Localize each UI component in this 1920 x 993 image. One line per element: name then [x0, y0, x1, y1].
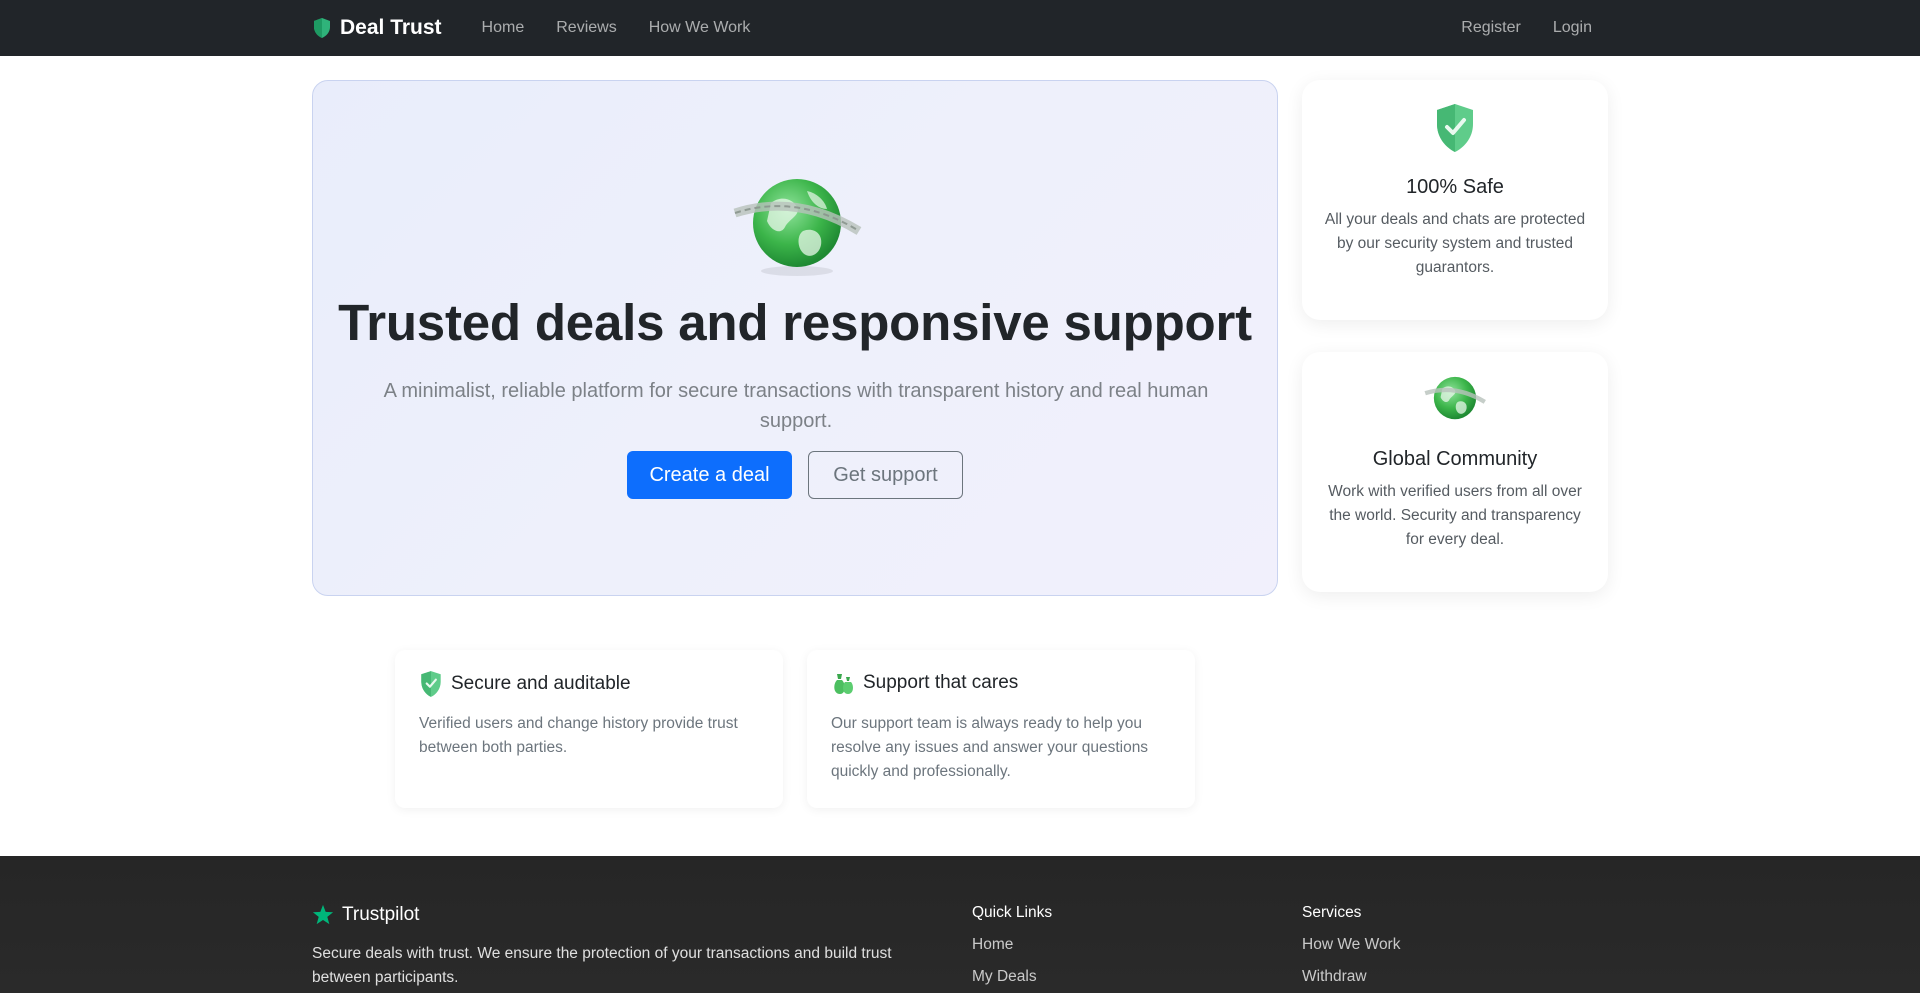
shield-check-icon [421, 671, 441, 697]
footer: Trustpilot Secure deals with trust. We e… [0, 856, 1920, 993]
global-card-title: Global Community [1372, 448, 1538, 470]
globe-icon [1424, 376, 1486, 420]
feature-title-secure: Secure and auditable [451, 673, 631, 694]
footer-quick-links: Quick Links Home My Deals [972, 904, 1052, 993]
navbar-inner: Deal Trust Home Reviews How We Work Regi… [312, 0, 1608, 56]
money-bag-icon [834, 674, 853, 694]
nav-link-login[interactable]: Login [1537, 11, 1608, 45]
nav-link-home[interactable]: Home [466, 11, 541, 45]
safe-card-text: All your deals and chats are protected b… [1324, 211, 1586, 276]
brand-link[interactable]: Deal Trust [312, 16, 442, 40]
feature-head-support: Support that cares [831, 670, 1018, 696]
navbar: Deal Trust Home Reviews How We Work Regi… [0, 0, 1920, 56]
footer-services-title: Services [1302, 904, 1362, 921]
footer-link-withdraw[interactable]: Withdraw [1302, 968, 1400, 986]
footer-brand[interactable]: Trustpilot [312, 904, 419, 926]
feature-card-support: Support that cares Our support team is a… [807, 650, 1195, 808]
safe-card: 100% Safe All your deals and chats are p… [1302, 80, 1608, 320]
create-deal-button[interactable]: Create a deal [627, 451, 792, 499]
nav-link-how-we-work[interactable]: How We Work [633, 11, 767, 45]
feature-head-secure: Secure and auditable [419, 670, 631, 698]
safe-card-title: 100% Safe [1406, 176, 1504, 198]
footer-quick-links-title: Quick Links [972, 904, 1053, 921]
feature-text-secure: Verified users and change history provid… [419, 715, 738, 756]
hero-subtitle: A minimalist, reliable platform for secu… [383, 380, 1209, 432]
feature-title-support: Support that cares [863, 672, 1019, 693]
global-card-icon-wrap [1302, 374, 1608, 424]
footer-link-home[interactable]: Home [972, 936, 1052, 954]
hero-buttons: Create a deal Get support [313, 451, 1277, 499]
get-support-button[interactable]: Get support [808, 451, 963, 499]
footer-link-my-deals[interactable]: My Deals [972, 968, 1052, 986]
footer-services: Services How We Work Withdraw [1302, 904, 1400, 993]
global-community-card: Global Community Work with verified user… [1302, 352, 1608, 592]
footer-brand-name: Trustpilot [342, 904, 420, 925]
brand-name: Deal Trust [340, 16, 442, 39]
feature-card-secure: Secure and auditable Verified users and … [395, 650, 783, 808]
nav-link-reviews[interactable]: Reviews [540, 11, 632, 45]
shield-icon [314, 18, 330, 38]
nav-right: Register Login [1445, 11, 1608, 45]
nav-link-register[interactable]: Register [1445, 11, 1537, 45]
globe-icon [733, 179, 862, 276]
global-card-text: Work with verified users from all over t… [1328, 483, 1582, 548]
hero-title: Trusted deals and responsive support [338, 294, 1252, 351]
shield-check-icon [1437, 104, 1473, 152]
safe-card-icon-wrap [1302, 102, 1608, 154]
footer-description: Secure deals with trust. We ensure the p… [312, 945, 892, 986]
star-icon [312, 904, 334, 925]
footer-link-how-we-work[interactable]: How We Work [1302, 936, 1400, 954]
feature-text-support: Our support team is always ready to help… [831, 715, 1149, 780]
hero-section: Trusted deals and responsive support A m… [312, 80, 1278, 596]
